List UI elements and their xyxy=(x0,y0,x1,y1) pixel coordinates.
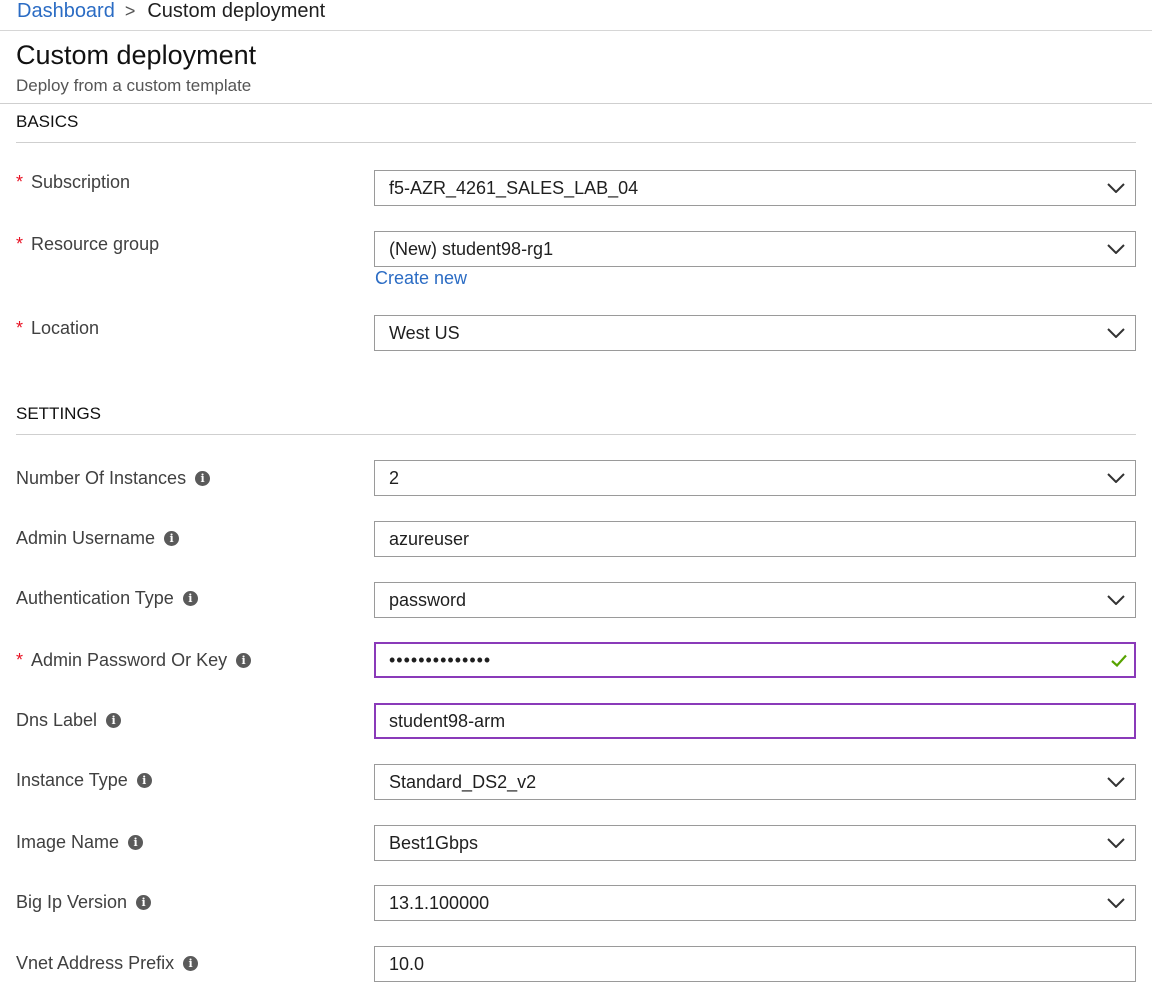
bigip-version-label: Big Ip Version i xyxy=(16,890,152,914)
resource-group-value: (New) student98-rg1 xyxy=(389,238,554,259)
breadcrumb-dashboard-link[interactable]: Dashboard xyxy=(17,0,115,23)
info-icon[interactable]: i xyxy=(164,530,180,546)
chevron-down-icon xyxy=(1097,171,1135,205)
chevron-down-icon xyxy=(1097,583,1135,617)
chevron-down-icon xyxy=(1097,461,1135,495)
location-label: * Location xyxy=(16,317,100,338)
admin-username-label: Admin Username i xyxy=(16,526,180,550)
section-basics-heading: BASICS xyxy=(16,112,79,131)
bigip-version-dropdown[interactable]: 13.1.100000 xyxy=(374,885,1136,921)
location-value: West US xyxy=(389,322,460,343)
chevron-down-icon xyxy=(1097,232,1135,266)
info-icon[interactable]: i xyxy=(128,834,144,850)
subscription-dropdown[interactable]: f5-AZR_4261_SALES_LAB_04 xyxy=(374,170,1136,206)
breadcrumb-current: Custom deployment xyxy=(147,0,326,22)
section-settings-divider xyxy=(16,434,1136,435)
image-name-value: Best1Gbps xyxy=(389,832,479,853)
location-dropdown[interactable]: West US xyxy=(374,315,1136,351)
checkmark-icon xyxy=(1104,644,1134,676)
image-name-label: Image Name i xyxy=(16,830,144,854)
image-name-dropdown[interactable]: Best1Gbps xyxy=(374,825,1136,861)
bigip-version-value: 13.1.100000 xyxy=(389,892,490,913)
instance-type-dropdown[interactable]: Standard_DS2_v2 xyxy=(374,764,1136,800)
info-icon[interactable]: i xyxy=(182,590,198,606)
instances-dropdown[interactable]: 2 xyxy=(374,460,1136,496)
info-icon[interactable]: i xyxy=(183,955,199,971)
admin-password-label: * Admin Password Or Key i xyxy=(16,648,252,672)
create-new-resource-group-link[interactable]: Create new xyxy=(375,268,467,289)
chevron-down-icon xyxy=(1097,886,1135,920)
info-icon[interactable]: i xyxy=(106,712,122,728)
subscription-label: * Subscription xyxy=(16,171,131,192)
dns-label-input[interactable]: student98-arm xyxy=(374,703,1136,739)
auth-type-label: Authentication Type i xyxy=(16,586,198,610)
chevron-down-icon xyxy=(1097,826,1135,860)
page-title: Custom deployment xyxy=(16,40,257,70)
subscription-value: f5-AZR_4261_SALES_LAB_04 xyxy=(389,177,639,198)
breadcrumb: Dashboard > Custom deployment xyxy=(0,0,1152,31)
section-settings-heading: SETTINGS xyxy=(16,404,102,423)
vnet-prefix-label: Vnet Address Prefix i xyxy=(16,951,199,975)
vnet-prefix-input[interactable]: 10.0 xyxy=(374,946,1136,982)
dns-label-label: Dns Label i xyxy=(16,708,122,732)
resource-group-dropdown[interactable]: (New) student98-rg1 xyxy=(374,231,1136,267)
title-divider xyxy=(0,103,1152,104)
instance-type-value: Standard_DS2_v2 xyxy=(389,771,537,792)
admin-username-value: azureuser xyxy=(389,528,470,549)
required-marker: * xyxy=(16,649,24,670)
auth-type-dropdown[interactable]: password xyxy=(374,582,1136,618)
auth-type-value: password xyxy=(389,589,467,610)
page-subtitle: Deploy from a custom template xyxy=(16,76,252,95)
required-marker: * xyxy=(16,233,24,254)
breadcrumb-separator: > xyxy=(124,0,136,21)
instance-type-label: Instance Type i xyxy=(16,768,152,792)
chevron-down-icon xyxy=(1097,316,1135,350)
info-icon[interactable]: i xyxy=(136,894,152,910)
info-icon[interactable]: i xyxy=(195,470,211,486)
info-icon[interactable]: i xyxy=(236,652,252,668)
admin-password-input[interactable]: •••••••••••••• xyxy=(374,642,1136,678)
instances-label: Number Of Instances i xyxy=(16,466,211,490)
dns-label-value: student98-arm xyxy=(389,710,506,731)
admin-username-input[interactable]: azureuser xyxy=(374,521,1136,557)
chevron-down-icon xyxy=(1097,765,1135,799)
instances-value: 2 xyxy=(389,467,400,488)
info-icon[interactable]: i xyxy=(136,772,152,788)
vnet-prefix-value: 10.0 xyxy=(389,953,425,974)
required-marker: * xyxy=(16,171,24,192)
admin-password-value: •••••••••••••• xyxy=(389,649,492,670)
resource-group-label: * Resource group xyxy=(16,233,160,254)
section-basics-divider xyxy=(16,142,1136,143)
required-marker: * xyxy=(16,317,24,338)
